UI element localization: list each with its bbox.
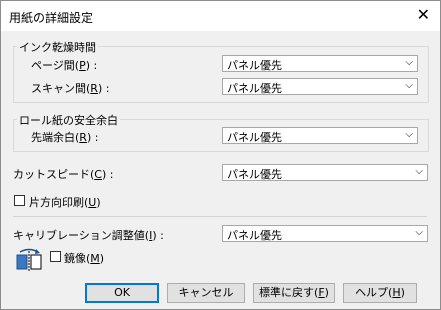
dialog-title: 用紙の詳細設定 (9, 11, 94, 25)
scan-interval-value: パネル優先 (227, 82, 282, 95)
mirror-label[interactable]: 鏡像(M) (64, 250, 104, 266)
scan-interval-select[interactable]: パネル優先 ⌵ (222, 78, 418, 95)
chevron-down-icon: ⌵ (415, 227, 423, 238)
close-icon[interactable]: ✕ (417, 6, 430, 24)
separator (13, 216, 427, 217)
unidirectional-checkbox[interactable] (14, 195, 25, 206)
page-interval-value: パネル優先 (227, 59, 282, 72)
cut-speed-label: カットスピード(C) : (13, 168, 114, 181)
page-interval-label: ページ間(P) : (31, 59, 98, 72)
mirror-checkbox[interactable] (50, 251, 61, 262)
calibration-label: キャリブレーション調整値(I) : (13, 229, 164, 242)
chevron-down-icon: ⌵ (405, 57, 413, 68)
leading-margin-select[interactable]: パネル優先 ⌵ (222, 127, 418, 144)
chevron-down-icon: ⌵ (405, 80, 413, 91)
calibration-value: パネル優先 (227, 229, 282, 242)
cancel-button[interactable]: キャンセル (167, 283, 245, 303)
ink-dry-group-label: インク乾燥時間 (17, 39, 98, 55)
title-bar: 用紙の詳細設定 ✕ (1, 1, 440, 31)
reset-defaults-button[interactable]: 標準に戻す(F) (253, 283, 335, 303)
ok-button[interactable]: OK (85, 283, 159, 303)
leading-margin-value: パネル優先 (227, 131, 282, 144)
chevron-down-icon: ⌵ (415, 166, 423, 177)
chevron-down-icon: ⌵ (405, 129, 413, 140)
mirror-icon (16, 248, 42, 271)
cut-speed-select[interactable]: パネル優先 ⌵ (222, 164, 428, 181)
page-interval-select[interactable]: パネル優先 ⌵ (222, 55, 418, 72)
help-button[interactable]: ヘルプ(H) (343, 283, 417, 303)
dialog-window: 用紙の詳細設定 ✕ インク乾燥時間 ページ間(P) : パネル優先 ⌵ スキャン… (0, 0, 441, 310)
roll-margin-group-label: ロール紙の安全余白 (17, 112, 120, 128)
unidirectional-label[interactable]: 片方向印刷(U) (29, 194, 101, 210)
calibration-select[interactable]: パネル優先 ⌵ (222, 225, 428, 242)
cut-speed-value: パネル優先 (227, 168, 282, 181)
leading-margin-label: 先端余白(R) : (31, 131, 99, 144)
scan-interval-label: スキャン間(R) : (31, 82, 110, 95)
